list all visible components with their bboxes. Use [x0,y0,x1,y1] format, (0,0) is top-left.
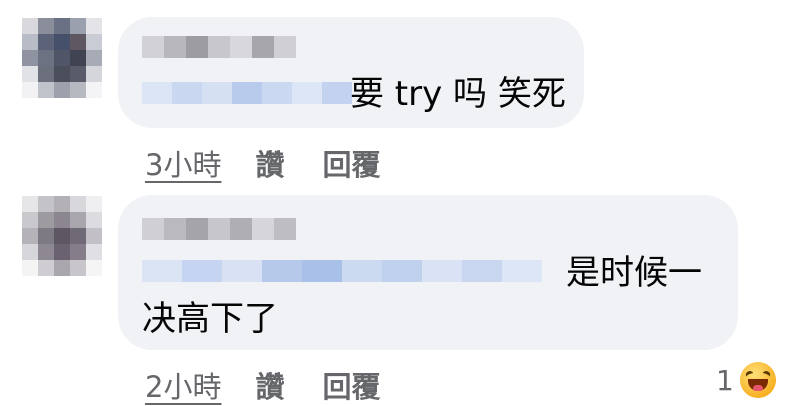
commenter-name[interactable] [142,36,296,58]
timestamp-link[interactable]: 2小時 [145,364,221,406]
like-button[interactable]: 讚 [255,142,284,184]
like-button[interactable]: 讚 [255,364,284,406]
haha-emoji-icon [739,362,776,398]
avatar[interactable] [22,196,102,276]
reaction-count: 1 [716,363,734,397]
comment-actions: 2小時 讚 回覆 [145,364,380,406]
comment-text: 要 try 吗 笑死 [350,74,566,114]
comment-text-line-2: 决高下了 [142,299,278,339]
mentioned-user-tag[interactable] [142,82,352,104]
commenter-name[interactable] [142,218,296,240]
timestamp-link[interactable]: 3小時 [145,142,221,184]
mentioned-user-tag[interactable] [142,260,542,282]
comment-actions: 3小時 讚 回覆 [145,142,380,184]
avatar[interactable] [22,18,102,98]
reaction-summary[interactable]: 1 [716,362,776,398]
comment-text-line-1: 是时候一 [566,253,702,293]
reply-button[interactable]: 回覆 [322,142,380,184]
reply-button[interactable]: 回覆 [322,364,380,406]
